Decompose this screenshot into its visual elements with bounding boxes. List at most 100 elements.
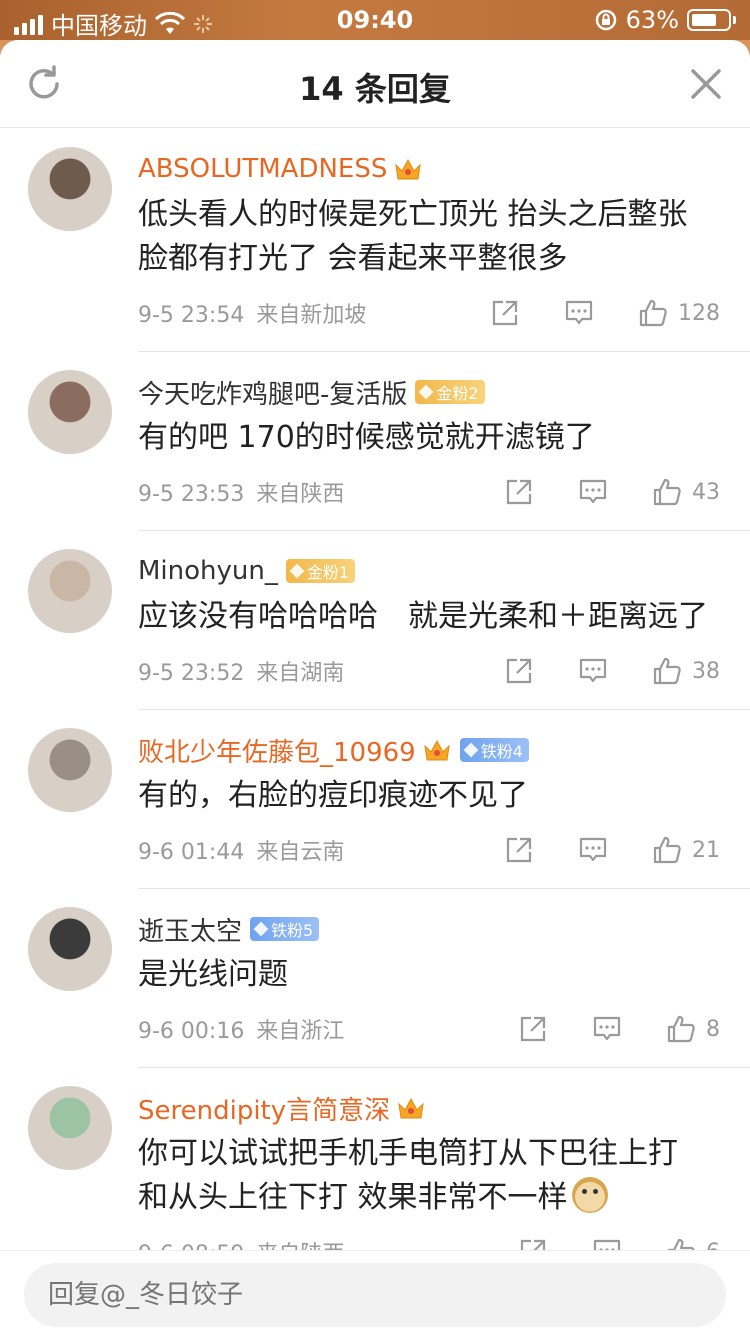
comment-text[interactable]: 是光线问题 [138, 953, 720, 997]
comment-meta: 9-5 23:52 来自湖南 [138, 655, 344, 687]
comment-meta: 9-5 23:53 来自陕西 [138, 476, 344, 508]
doge-emoji-icon [571, 1177, 608, 1213]
comment-date: 9-6 00:16 [138, 1019, 245, 1044]
username[interactable]: 逝玉太空 [138, 911, 242, 948]
avatar[interactable] [28, 147, 112, 231]
avatar[interactable] [28, 549, 112, 633]
comment-meta: 9-6 01:44 来自云南 [138, 834, 344, 866]
thumbs-up-icon [667, 1015, 695, 1043]
comment-actions: 8 [518, 1014, 720, 1044]
username[interactable]: 今天吃炸鸡腿吧-复活版 [138, 374, 407, 411]
comment-actions: 128 [490, 298, 720, 328]
like-count: 38 [692, 658, 720, 684]
crown-icon [395, 158, 422, 180]
comment-date: 9-5 23:54 [138, 303, 245, 328]
fan-badge: 金粉1 [285, 559, 356, 583]
share-icon[interactable] [490, 298, 520, 328]
like-count: 128 [678, 300, 720, 326]
comment-item: 逝玉太空 铁粉5 是光线问题 9-6 00:16 来自浙江 8 [28, 889, 750, 1068]
comment-date: 9-5 23:53 [138, 482, 245, 507]
reply-icon[interactable] [592, 1014, 622, 1044]
replies-sheet: 14 条回复 ABSOLUTMADNESS 低头看人的时候是死亡顶光 抬头之后整… [0, 40, 750, 1334]
comment-item: Minohyun_ 金粉1 应该没有哈哈哈哈 就是光柔和＋距离远了 9-5 23… [28, 531, 750, 710]
fan-badge-label: 铁粉4 [480, 742, 523, 761]
reply-icon[interactable] [578, 835, 608, 865]
meta-row: 9-5 23:53 来自陕西 43 [138, 468, 720, 516]
comment-date: 9-5 23:52 [138, 661, 245, 686]
reply-icon[interactable] [564, 298, 594, 328]
comment-location: 来自陕西 [256, 482, 345, 507]
username[interactable]: Minohyun_ [138, 556, 278, 586]
meta-row: 9-6 00:16 来自浙江 8 [138, 1005, 720, 1053]
comment-date: 9-6 01:44 [138, 840, 245, 865]
comment-actions: 21 [504, 835, 720, 865]
thumbs-up-icon [653, 478, 681, 506]
like-count: 21 [692, 837, 720, 863]
name-row: 今天吃炸鸡腿吧-复活版 金粉2 [138, 372, 720, 412]
username[interactable]: Serendipity言简意深 [138, 1090, 390, 1127]
reply-icon[interactable] [578, 477, 608, 507]
comment-item: 败北少年佐藤包_10969 铁粉4 有的，右脸的痘印痕迹不见了 9-6 01:4… [28, 710, 750, 889]
comment-body: Serendipity言简意深 你可以试试把手机手电筒打从下巴往上打 和从头上往… [138, 1068, 750, 1276]
comment-text[interactable]: 有的，右脸的痘印痕迹不见了 [138, 774, 720, 818]
avatar[interactable] [28, 907, 112, 991]
share-icon[interactable] [504, 835, 534, 865]
avatar[interactable] [28, 370, 112, 454]
page-title: 14 条回复 [299, 70, 451, 108]
comment-location: 来自浙江 [256, 1019, 345, 1044]
like-button[interactable]: 21 [652, 835, 720, 865]
crown-icon [398, 1097, 424, 1119]
like-button[interactable]: 8 [666, 1014, 720, 1044]
gem-icon [463, 742, 479, 758]
comment-body: ABSOLUTMADNESS 低头看人的时候是死亡顶光 抬头之后整张脸都有打光了… [138, 129, 750, 337]
reply-input[interactable] [24, 1263, 726, 1327]
comment-location: 来自湖南 [256, 661, 345, 686]
comment-actions: 43 [504, 477, 720, 507]
name-row: Minohyun_ 金粉1 [138, 551, 720, 591]
comment-location: 来自新加坡 [256, 303, 367, 328]
username[interactable]: 败北少年佐藤包_10969 [138, 732, 416, 769]
comment-meta: 9-5 23:54 来自新加坡 [138, 297, 366, 329]
like-button[interactable]: 128 [638, 298, 720, 328]
fan-badge: 金粉2 [415, 380, 485, 404]
name-row: ABSOLUTMADNESS [138, 149, 720, 189]
gem-icon [253, 921, 269, 937]
fan-badge: 铁粉4 [459, 738, 529, 762]
share-icon[interactable] [504, 656, 534, 686]
comment-item: 今天吃炸鸡腿吧-复活版 金粉2 有的吧 170的时候感觉就开滤镜了 9-5 23… [28, 352, 750, 531]
thumbs-up-icon [639, 299, 667, 327]
name-row: 逝玉太空 铁粉5 [138, 909, 720, 949]
status-right: 63% [594, 6, 736, 34]
fan-badge-label: 金粉2 [436, 384, 479, 403]
share-icon[interactable] [518, 1014, 548, 1044]
comment-text[interactable]: 有的吧 170的时候感觉就开滤镜了 [138, 416, 720, 460]
name-row: 败北少年佐藤包_10969 铁粉4 [138, 730, 720, 770]
meta-row: 9-5 23:54 来自新加坡 128 [138, 289, 720, 337]
like-button[interactable]: 38 [652, 656, 720, 686]
orientation-lock-icon [595, 9, 616, 31]
comment-text[interactable]: 低头看人的时候是死亡顶光 抬头之后整张脸都有打光了 会看起来平整很多 [138, 193, 720, 281]
avatar[interactable] [28, 728, 112, 812]
thumbs-up-icon [653, 836, 681, 864]
comment-body: 今天吃炸鸡腿吧-复活版 金粉2 有的吧 170的时候感觉就开滤镜了 9-5 23… [138, 352, 750, 516]
reply-icon[interactable] [578, 656, 608, 686]
meta-row: 9-6 01:44 来自云南 21 [138, 826, 720, 874]
like-count: 43 [692, 479, 720, 505]
avatar[interactable] [28, 1086, 112, 1170]
name-row: Serendipity言简意深 [138, 1088, 720, 1128]
comment-body: Minohyun_ 金粉1 应该没有哈哈哈哈 就是光柔和＋距离远了 9-5 23… [138, 531, 750, 695]
share-icon[interactable] [504, 477, 534, 507]
fan-badge-label: 金粉1 [306, 563, 350, 582]
battery-tip [733, 16, 736, 24]
comment-text[interactable]: 应该没有哈哈哈哈 就是光柔和＋距离远了 [138, 595, 720, 639]
username[interactable]: ABSOLUTMADNESS [138, 154, 387, 184]
comment-text[interactable]: 你可以试试把手机手电筒打从下巴往上打 和从头上往下打 效果非常不一样 [138, 1132, 720, 1220]
like-count: 8 [706, 1016, 720, 1042]
fan-badge: 铁粉5 [250, 917, 320, 941]
comment-location: 来自云南 [256, 840, 345, 865]
comment-actions: 38 [504, 656, 720, 686]
like-button[interactable]: 43 [652, 477, 720, 507]
battery-percent: 63% [625, 6, 679, 34]
close-icon[interactable] [688, 66, 724, 102]
gem-icon [289, 563, 305, 579]
